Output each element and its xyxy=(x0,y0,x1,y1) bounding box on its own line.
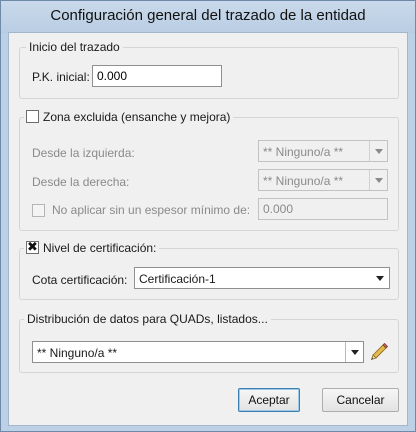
quads-select[interactable]: ** Ninguno/a ** xyxy=(32,341,364,363)
cota-certificacion-select[interactable]: Certificación-1 xyxy=(134,267,390,289)
nivel-certificacion-checkbox[interactable]: ✖ xyxy=(26,239,39,254)
desde-derecha-dropdown-button[interactable] xyxy=(369,170,387,190)
accept-button[interactable]: Aceptar xyxy=(238,388,300,412)
cota-certificacion-dropdown-button[interactable] xyxy=(371,268,389,288)
pk-inicial-input[interactable] xyxy=(92,65,222,87)
desde-izquierda-dropdown-button[interactable] xyxy=(369,141,387,161)
desde-izquierda-value: ** Ninguno/a ** xyxy=(263,145,344,159)
desde-derecha-label: Desde la derecha: xyxy=(32,175,130,189)
desde-derecha-value: ** Ninguno/a ** xyxy=(263,174,344,188)
zona-excluida-checkbox[interactable] xyxy=(26,110,39,123)
no-aplicar-label: No aplicar sin un espesor mínimo de: xyxy=(52,203,251,217)
quads-legend: Distribución de datos para QUADs, listad… xyxy=(24,312,271,326)
certificacion-legend: ✖ Nivel de certificación: xyxy=(24,239,160,255)
dialog-body: Inicio del trazado P.K. inicial: Zona ex… xyxy=(8,32,408,426)
pencil-icon[interactable] xyxy=(369,341,389,361)
inicio-trazado-group: Inicio del trazado P.K. inicial: xyxy=(19,40,399,99)
chevron-down-icon xyxy=(375,178,383,183)
zona-excluida-legend: Zona excluida (ensanche y mejora) xyxy=(24,110,234,124)
chevron-down-icon xyxy=(375,149,383,154)
zona-excluida-group: Zona excluida (ensanche y mejora) Desde … xyxy=(19,110,399,231)
no-aplicar-checkbox[interactable] xyxy=(32,204,45,217)
title-bar[interactable]: Configuración general del trazado de la … xyxy=(1,1,415,33)
zona-excluida-label: Zona excluida (ensanche y mejora) xyxy=(43,110,231,124)
cota-certificacion-label: Cota certificación: xyxy=(32,273,128,287)
quads-value: ** Ninguno/a ** xyxy=(37,346,118,360)
certificacion-group: ✖ Nivel de certificación: Cota certificac… xyxy=(19,239,399,300)
cancel-button[interactable]: Cancelar xyxy=(322,388,399,412)
nivel-certificacion-label: Nivel de certificación: xyxy=(43,241,157,255)
cota-certificacion-value: Certificación-1 xyxy=(139,272,216,286)
check-mark-icon: ✖ xyxy=(27,239,38,254)
chevron-down-icon xyxy=(376,276,384,281)
quads-dropdown-button[interactable] xyxy=(345,342,363,362)
dialog-window: Configuración general del trazado de la … xyxy=(0,0,416,432)
inicio-trazado-legend: Inicio del trazado xyxy=(26,40,123,54)
espesor-minimo-input[interactable] xyxy=(258,198,388,220)
chevron-down-icon xyxy=(351,350,359,355)
quads-group: Distribución de datos para QUADs, listad… xyxy=(19,312,399,373)
desde-derecha-select[interactable]: ** Ninguno/a ** xyxy=(258,169,388,191)
desde-izquierda-select[interactable]: ** Ninguno/a ** xyxy=(258,140,388,162)
window-title: Configuración general del trazado de la … xyxy=(50,7,366,24)
pk-inicial-label: P.K. inicial: xyxy=(32,70,90,84)
desde-izquierda-label: Desde la izquierda: xyxy=(32,146,135,160)
